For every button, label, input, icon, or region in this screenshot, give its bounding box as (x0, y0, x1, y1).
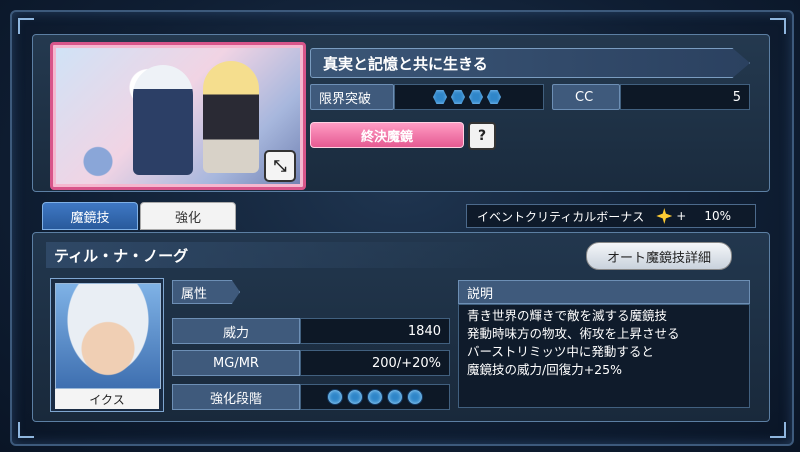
power-value: 1840 (300, 318, 450, 344)
card-title: 真実と記憶と共に生きる (310, 48, 750, 78)
description-line: 魔鏡技の威力/回復力+25% (467, 362, 622, 377)
limit-break-label: 限界突破 (310, 84, 394, 110)
limit-break-gem-icon (451, 90, 465, 104)
limit-break-gem-icon (433, 90, 447, 104)
event-bonus-plus: + (676, 209, 687, 223)
character-figure (133, 65, 193, 175)
mg-mr-value: 200/+20% (300, 350, 450, 376)
description-line: バーストリミッツ中に発動すると (467, 344, 654, 359)
help-icon[interactable]: ? (468, 122, 496, 150)
frame-corner (770, 422, 786, 438)
enhance-orb-icon (387, 389, 403, 405)
event-bonus-value: 10% (704, 209, 732, 223)
description-box: 青き世界の輝きで敵を滅する魔鏡技 発動時味方の物攻、術攻を上昇させる バーストリ… (458, 304, 750, 408)
enhance-orb-icon (407, 389, 423, 405)
character-figure (203, 61, 259, 173)
enhance-orb-icon (327, 389, 343, 405)
avatar (55, 283, 161, 389)
power-label: 威力 (172, 318, 300, 344)
limit-break-gem-icon (487, 90, 501, 104)
skill-name: ティル・ナ・ノーグ (46, 242, 506, 268)
attribute-header: 属性 (172, 280, 240, 304)
mg-mr-label: MG/MR (172, 350, 300, 376)
character-name: イクス (55, 389, 159, 409)
cc-label: CC (552, 84, 620, 110)
frame-corner (770, 18, 786, 34)
limit-break-gem-icon (469, 90, 483, 104)
cc-value: 5 (620, 84, 750, 110)
limit-break-gauge (394, 84, 544, 110)
event-critical-bonus: イベントクリティカルボーナス + 10% (466, 204, 756, 228)
enhance-orb-icon (367, 389, 383, 405)
frame-corner (18, 18, 34, 34)
enhance-stage-gauge (300, 384, 450, 410)
tab-mirror-skill[interactable]: 魔鏡技 (42, 202, 138, 230)
frame-corner (18, 422, 34, 438)
auto-skill-detail-button[interactable]: オート魔鏡技詳細 (586, 242, 732, 270)
critical-star-icon (656, 208, 673, 224)
event-bonus-label: イベントクリティカルボーナス (477, 209, 645, 224)
enhance-stage-label: 強化段階 (172, 384, 300, 410)
enhance-orb-icon (347, 389, 363, 405)
description-header: 説明 (458, 280, 750, 304)
character-portrait[interactable]: イクス (50, 278, 164, 412)
expand-icon[interactable]: ⤡ (264, 150, 296, 182)
final-mirror-button[interactable]: 終決魔鏡 (310, 122, 464, 148)
tab-enhance[interactable]: 強化 (140, 202, 236, 230)
description-line: 青き世界の輝きで敵を滅する魔鏡技 (467, 308, 668, 323)
description-line: 発動時味方の物攻、術攻を上昇させる (467, 326, 680, 341)
